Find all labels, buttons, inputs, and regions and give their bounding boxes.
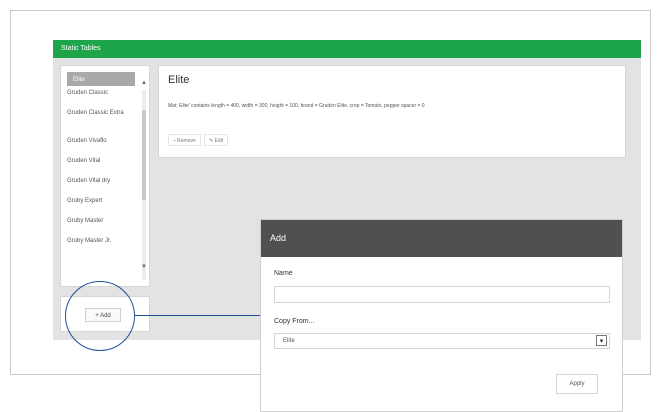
callout-line [135,315,260,316]
name-field[interactable] [274,286,610,303]
list-item[interactable]: Gruby Expert [61,194,149,214]
copy-from-value: Elite [283,338,295,344]
detail-card: Elite Mat: Elite' contains length = 400,… [158,65,626,158]
copy-from-select[interactable]: Elite ▾ [274,333,610,349]
list-item[interactable]: Gruden Classic [61,86,149,106]
app-title-bar: Static Tables [53,40,641,58]
detail-description: Mat: Elite' contains length = 400, width… [168,103,425,109]
copy-from-label: Copy From... [274,318,315,325]
chevron-down-icon[interactable]: ▾ [596,335,607,346]
callout-circle [65,281,135,351]
app-title: Static Tables [61,45,101,52]
list-item[interactable]: Gruby Master [61,214,149,234]
list-scrollbar[interactable] [142,90,146,280]
remove-button[interactable]: – Remove [168,134,201,146]
list-item[interactable]: Gruby Master Jr. [61,234,149,262]
list-scroll-thumb[interactable] [142,110,146,200]
dialog-title: Add [261,220,622,257]
list-item[interactable]: Gruden Vivaflo [61,134,149,154]
add-dialog: Add Name Copy From... Elite ▾ Apply [260,219,623,412]
list-item[interactable]: Gruden Classic Extra [61,106,149,134]
static-table-list: Elite Gruden Classic Gruden Classic Extr… [60,65,150,287]
apply-button[interactable]: Apply [556,374,598,394]
name-label: Name [274,270,293,277]
list-item[interactable]: Gruden Vital dry [61,174,149,194]
edit-button[interactable]: ✎ Edit [204,134,229,146]
detail-title: Elite [168,74,190,86]
list-item[interactable]: Gruden Vital [61,154,149,174]
scroll-up-icon[interactable]: ▲ [141,80,147,86]
scroll-down-icon[interactable]: ▼ [141,264,147,270]
list-item-selected[interactable]: Elite [67,72,135,86]
